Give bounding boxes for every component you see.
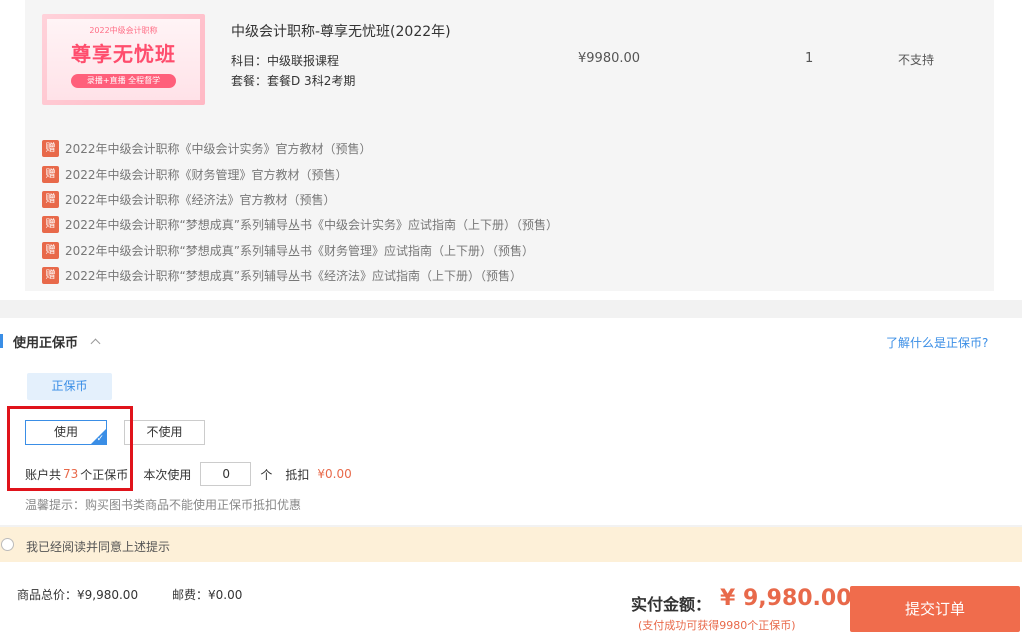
gift-text: 2022年中级会计职称《财务管理》官方教材（预售） (65, 167, 348, 182)
gift-list: 赠 2022年中级会计职称《中级会计实务》官方教材（预售） 赠 2022年中级会… (42, 136, 558, 288)
thumbnail-badge: 录播+直播 全程督学 (71, 74, 176, 88)
gift-tag: 赠 (42, 216, 59, 234)
pay-amount: ¥ 9,980.00 (720, 586, 852, 611)
coin-tip: 温馨提示：购买图书类商品不能使用正保币抵扣优惠 (25, 498, 302, 512)
gift-item: 赠 2022年中级会计职称《中级会计实务》官方教材（预售） (42, 136, 558, 161)
gift-item: 赠 2022年中级会计职称《经济法》官方教材（预售） (42, 187, 558, 212)
coin-amount-input[interactable] (200, 462, 252, 486)
coin-heading-label: 使用正保币 (13, 336, 79, 351)
agreement-bar[interactable]: 我已经阅读并同意上述提示 (0, 527, 1022, 562)
coin-section-heading[interactable]: 使用正保币 (13, 332, 101, 351)
gift-tag: 赠 (42, 165, 59, 183)
gift-tag: 赠 (42, 140, 59, 158)
thumbnail-title: 尊享无忧班 (71, 42, 176, 66)
annotation-highlight-box (7, 406, 133, 491)
gift-item: 赠 2022年中级会计职称“梦想成真”系列辅导丛书《经济法》应试指南（上下册）（… (42, 263, 558, 288)
deduct-value: ¥0.00 (317, 467, 352, 481)
use-prefix: 本次使用 (143, 467, 192, 482)
no-use-coin-option[interactable]: 不使用 (124, 420, 205, 445)
chevron-up-icon[interactable] (90, 338, 101, 349)
coin-help-link[interactable]: 了解什么是正保币? (886, 334, 988, 351)
agreement-radio[interactable] (1, 538, 14, 551)
shipping-fee: 邮费：¥0.00 (172, 588, 243, 602)
gift-item: 赠 2022年中级会计职称《财务管理》官方教材（预售） (42, 161, 558, 186)
pay-note: (支付成功可获得9980个正保币) (638, 619, 796, 632)
product-thumbnail[interactable]: 2022中级会计职称 尊享无忧班 录播+直播 全程督学 (42, 14, 205, 105)
gift-tag: 赠 (42, 241, 59, 259)
gift-item: 赠 2022年中级会计职称“梦想成真”系列辅导丛书《中级会计实务》应试指南（上下… (42, 212, 558, 237)
section-accent-bar (0, 334, 3, 348)
thumbnail-subtitle: 2022中级会计职称 (89, 26, 158, 35)
submit-order-button[interactable]: 提交订单 (850, 586, 1020, 632)
gift-item: 赠 2022年中级会计职称“梦想成真”系列辅导丛书《财务管理》应试指南（上下册）… (42, 238, 558, 263)
goods-total: 商品总价：¥9,980.00 (17, 588, 139, 602)
product-row: 2022中级会计职称 尊享无忧班 录播+直播 全程督学 中级会计职称-尊享无忧班… (25, 0, 994, 291)
gift-tag: 赠 (42, 190, 59, 208)
gift-text: 2022年中级会计职称《中级会计实务》官方教材（预售） (65, 142, 372, 157)
gift-text: 2022年中级会计职称《经济法》官方教材（预售） (65, 192, 336, 207)
product-return-policy: 不支持 (898, 53, 935, 67)
tab-coin[interactable]: 正保币 (27, 373, 112, 400)
use-unit: 个 (260, 467, 273, 482)
gift-text: 2022年中级会计职称“梦想成真”系列辅导丛书《中级会计实务》应试指南（上下册）… (65, 218, 558, 233)
gift-text: 2022年中级会计职称“梦想成真”系列辅导丛书《经济法》应试指南（上下册）（预售… (65, 269, 522, 284)
coin-section: 使用正保币 了解什么是正保币? 正保币 使用 ✓ 不使用 账户共 73 个正保币… (0, 318, 1022, 525)
product-title[interactable]: 中级会计职称-尊享无忧班(2022年) (231, 21, 451, 41)
order-footer: 商品总价：¥9,980.00 邮费：¥0.00 实付金额： ¥ 9,980.00… (0, 562, 1022, 634)
pay-label: 实付金额： (631, 595, 712, 614)
agreement-text[interactable]: 我已经阅读并同意上述提示 (26, 538, 170, 555)
gift-tag: 赠 (42, 267, 59, 285)
product-package: 套餐：套餐D 3科2考期 (231, 74, 356, 88)
product-subject: 科目：中级联报课程 (231, 54, 340, 68)
deduct-label: 抵扣 (285, 467, 310, 482)
product-quantity: 1 (805, 51, 814, 66)
product-card: 2022中级会计职称 尊享无忧班 录播+直播 全程督学 中级会计职称-尊享无忧班… (0, 0, 1022, 300)
product-price: ¥9980.00 (578, 51, 641, 66)
gift-text: 2022年中级会计职称“梦想成真”系列辅导丛书《财务管理》应试指南（上下册）（预… (65, 243, 534, 258)
